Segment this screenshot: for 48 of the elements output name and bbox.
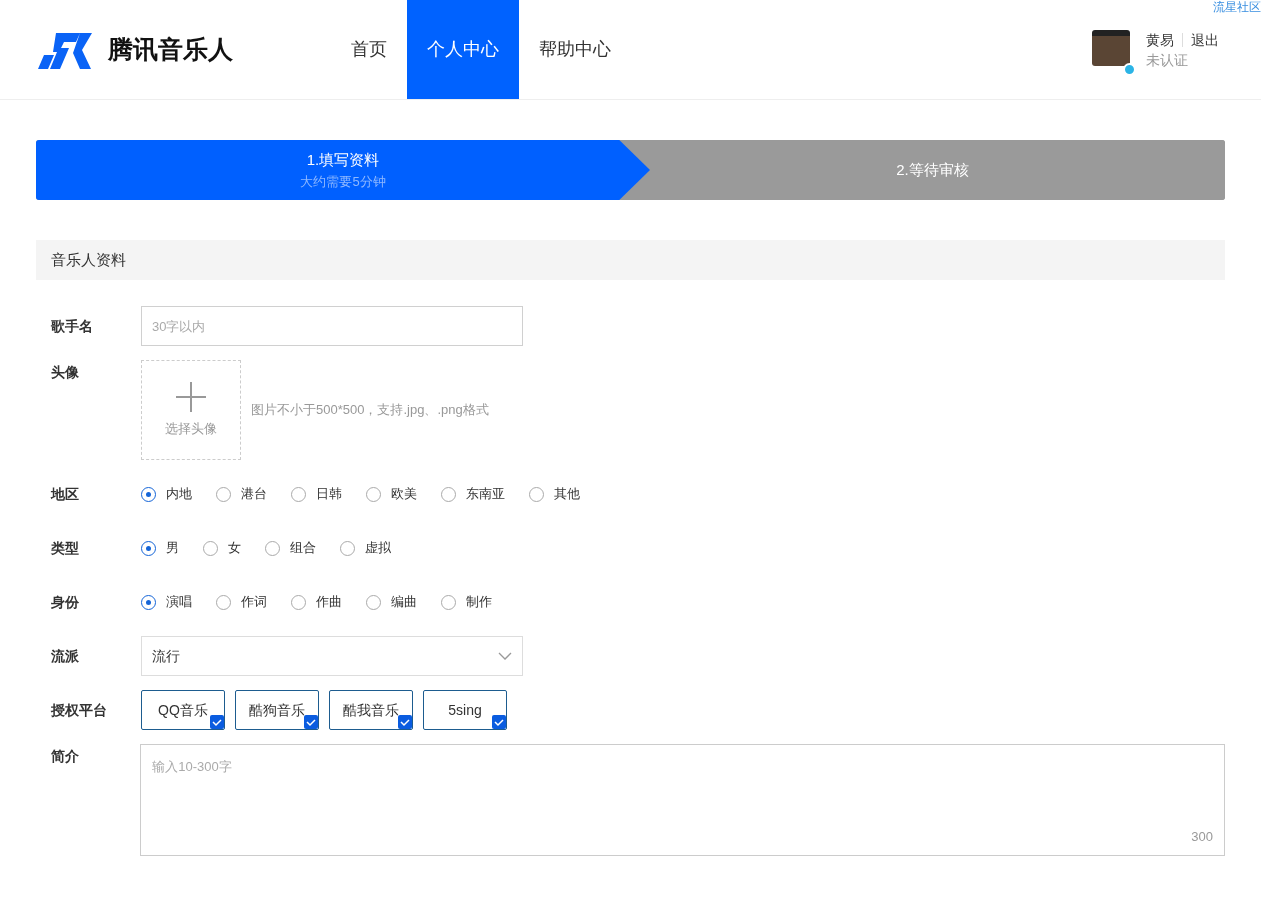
radio-option[interactable]: 港台 [216,484,267,504]
community-link[interactable]: 流星社区 [1213,0,1261,16]
checkmark-icon [398,715,412,729]
field-label: 简介 [50,747,80,766]
radio-option[interactable]: 女 [203,538,241,558]
genre-dropdown[interactable]: 流行 [141,636,523,676]
field-label: 头像 [50,363,80,382]
platform-checkbox[interactable]: 酷我音乐 [329,690,413,730]
field-label: 流派 [50,647,80,666]
radio-option[interactable]: 其他 [529,484,580,504]
verification-status: 未认证 [1146,50,1189,70]
section-header: 音乐人资料 [36,240,1225,280]
field-label: 歌手名 [50,317,94,336]
radio-option[interactable]: 日韩 [291,484,342,504]
platform-checkbox[interactable]: 5sing [423,690,507,730]
checkmark-icon [492,715,506,729]
checkmark-icon [210,715,224,729]
radio-option[interactable]: 作词 [216,592,267,612]
radio-option[interactable]: 制作 [441,592,492,612]
radio-option[interactable]: 男 [141,538,179,558]
nav-tab[interactable]: 个人中心 [407,0,519,99]
character-counter: 300 [1191,827,1213,846]
platform-checkbox[interactable]: 酷狗音乐 [235,690,319,730]
singer-name-field[interactable]: 30字以内 [141,306,523,346]
radio-option[interactable]: 组合 [265,538,316,558]
radio-option[interactable]: 东南亚 [441,484,505,504]
checkmark-icon [304,715,318,729]
radio-option[interactable]: 欧美 [366,484,417,504]
chevron-down-icon [498,652,512,660]
user-name: 黄易 [1146,30,1174,50]
field-label: 类型 [50,539,80,558]
logout-link[interactable]: 退出 [1191,29,1219,50]
platform-checkbox[interactable]: QQ音乐 [141,690,225,730]
avatar-image [1092,29,1130,66]
progress-step: 1.填写资料 大约需要5分钟 [36,140,650,200]
nav-tab[interactable]: 首页 [331,0,407,99]
radio-option[interactable]: 编曲 [366,592,417,612]
nav-tab[interactable]: 帮助中心 [519,0,631,99]
radio-option[interactable]: 虚拟 [340,538,391,558]
field-label: 身份 [50,593,80,612]
field-label: 授权平台 [50,701,108,720]
radio-option[interactable]: 内地 [141,484,192,504]
logo-text: 腾讯音乐人 [108,33,233,65]
field-label: 地区 [49,485,80,504]
plus-icon [175,381,207,414]
avatar-hint: 图片不小于500*500，支持.jpg、.png格式 [251,401,489,420]
radio-option[interactable]: 作曲 [291,592,342,612]
radio-option[interactable]: 演唱 [141,592,192,612]
